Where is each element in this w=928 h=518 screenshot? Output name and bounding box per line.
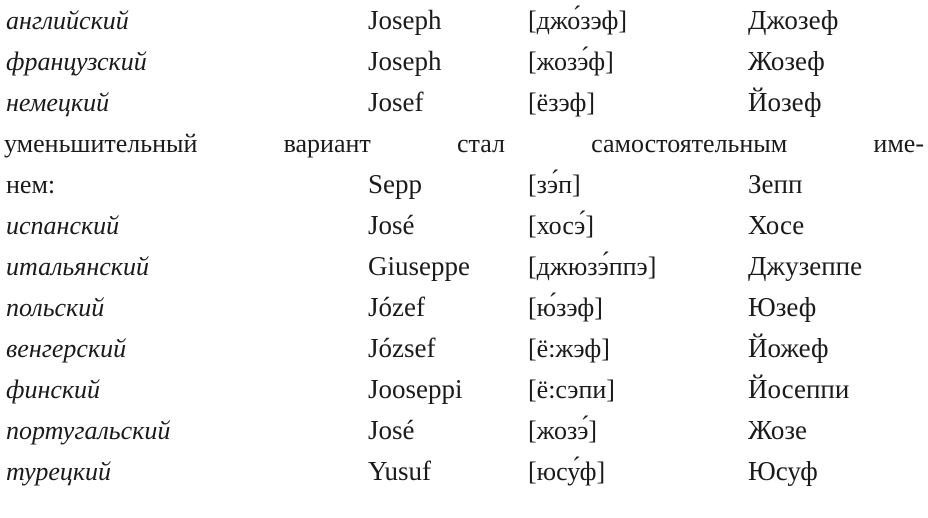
table-row: немецкий Josef [ёзэф] Йозеф bbox=[0, 82, 928, 123]
original-spelling: Giuseppe bbox=[368, 251, 470, 281]
name-variants-table: английский Joseph [джо́зэф] Джозеф франц… bbox=[0, 0, 928, 492]
language-label: польский bbox=[6, 293, 105, 322]
cyrillic-rendering: Юзеф bbox=[748, 292, 817, 322]
original-spelling: Józef bbox=[368, 292, 425, 322]
phonetic-transcription: [жозэ́] bbox=[528, 416, 598, 445]
note-row-line2: нем: Sepp [зэ́п] Зепп bbox=[0, 164, 928, 205]
original-spelling: József bbox=[368, 333, 436, 363]
language-label: немецкий bbox=[6, 88, 110, 117]
table-row: турецкий Yusuf [юсу́ф] Юсуф bbox=[0, 451, 928, 492]
phonetic-transcription: [жозэ́ф] bbox=[528, 47, 614, 76]
language-label: португальский bbox=[6, 416, 171, 445]
cyrillic-rendering: Йожеф bbox=[748, 333, 829, 363]
table-row: итальянский Giuseppe [джюзэ́ппэ] Джузепп… bbox=[0, 246, 928, 287]
original-spelling: Jooseppi bbox=[368, 374, 463, 404]
original-spelling: José bbox=[368, 210, 415, 240]
original-spelling: José bbox=[368, 415, 415, 445]
cyrillic-rendering: Йозеф bbox=[748, 87, 822, 117]
original-spelling: Yusuf bbox=[368, 456, 432, 486]
phonetic-transcription: [ёзэф] bbox=[528, 88, 595, 117]
original-spelling: Joseph bbox=[368, 5, 442, 35]
table-row: английский Joseph [джо́зэф] Джозеф bbox=[0, 0, 928, 41]
phonetic-transcription: [ю́зэф] bbox=[528, 293, 603, 322]
cyrillic-rendering: Джузеппе bbox=[748, 251, 863, 281]
original-spelling: Joseph bbox=[368, 46, 442, 76]
phonetic-transcription: [джо́зэф] bbox=[528, 6, 627, 35]
phonetic-transcription: [хосэ́] bbox=[528, 211, 594, 240]
note-continuation-label: нем: bbox=[6, 170, 56, 199]
table-row: польский Józef [ю́зэф] Юзеф bbox=[0, 287, 928, 328]
language-label: испанский bbox=[6, 211, 120, 240]
table-row: испанский José [хосэ́] Хосе bbox=[0, 205, 928, 246]
table-row: финский Jooseppi [ё:сэпи] Йосеппи bbox=[0, 369, 928, 410]
table-row: французский Joseph [жозэ́ф] Жозеф bbox=[0, 41, 928, 82]
cyrillic-rendering: Джозеф bbox=[748, 5, 839, 35]
language-label: венгерский bbox=[6, 334, 127, 363]
phonetic-transcription: [ё:жэф] bbox=[528, 334, 610, 363]
note-text-span: уменьшительный вариант стал самостоятель… bbox=[4, 129, 924, 158]
language-label: итальянский bbox=[6, 252, 149, 281]
table-row: венгерский József [ё:жэф] Йожеф bbox=[0, 328, 928, 369]
phonetic-transcription: [юсу́ф] bbox=[528, 457, 606, 486]
language-label: английский bbox=[6, 6, 129, 35]
language-label: французский bbox=[6, 47, 147, 76]
language-label: турецкий bbox=[6, 457, 112, 486]
cyrillic-rendering: Юсуф bbox=[748, 456, 818, 486]
table-row: португальский José [жозэ́] Жозе bbox=[0, 410, 928, 451]
phonetic-transcription: [ё:сэпи] bbox=[528, 375, 615, 404]
cyrillic-rendering: Хосе bbox=[748, 210, 805, 240]
cyrillic-rendering: Йосеппи bbox=[748, 374, 850, 404]
original-spelling: Josef bbox=[368, 87, 424, 117]
cyrillic-rendering: Жозе bbox=[748, 415, 807, 445]
note-row-line1: уменьшительный вариант стал самостоятель… bbox=[0, 123, 928, 164]
cyrillic-rendering: Зепп bbox=[748, 169, 803, 199]
note-text-line1: уменьшительный вариант стал самостоятель… bbox=[4, 123, 924, 164]
cyrillic-rendering: Жозеф bbox=[748, 46, 825, 76]
original-spelling: Sepp bbox=[368, 169, 422, 199]
phonetic-transcription: [зэ́п] bbox=[528, 170, 581, 199]
phonetic-transcription: [джюзэ́ппэ] bbox=[528, 252, 657, 281]
language-label: финский bbox=[6, 375, 101, 404]
page-canvas: английский Joseph [джо́зэф] Джозеф франц… bbox=[0, 0, 928, 518]
